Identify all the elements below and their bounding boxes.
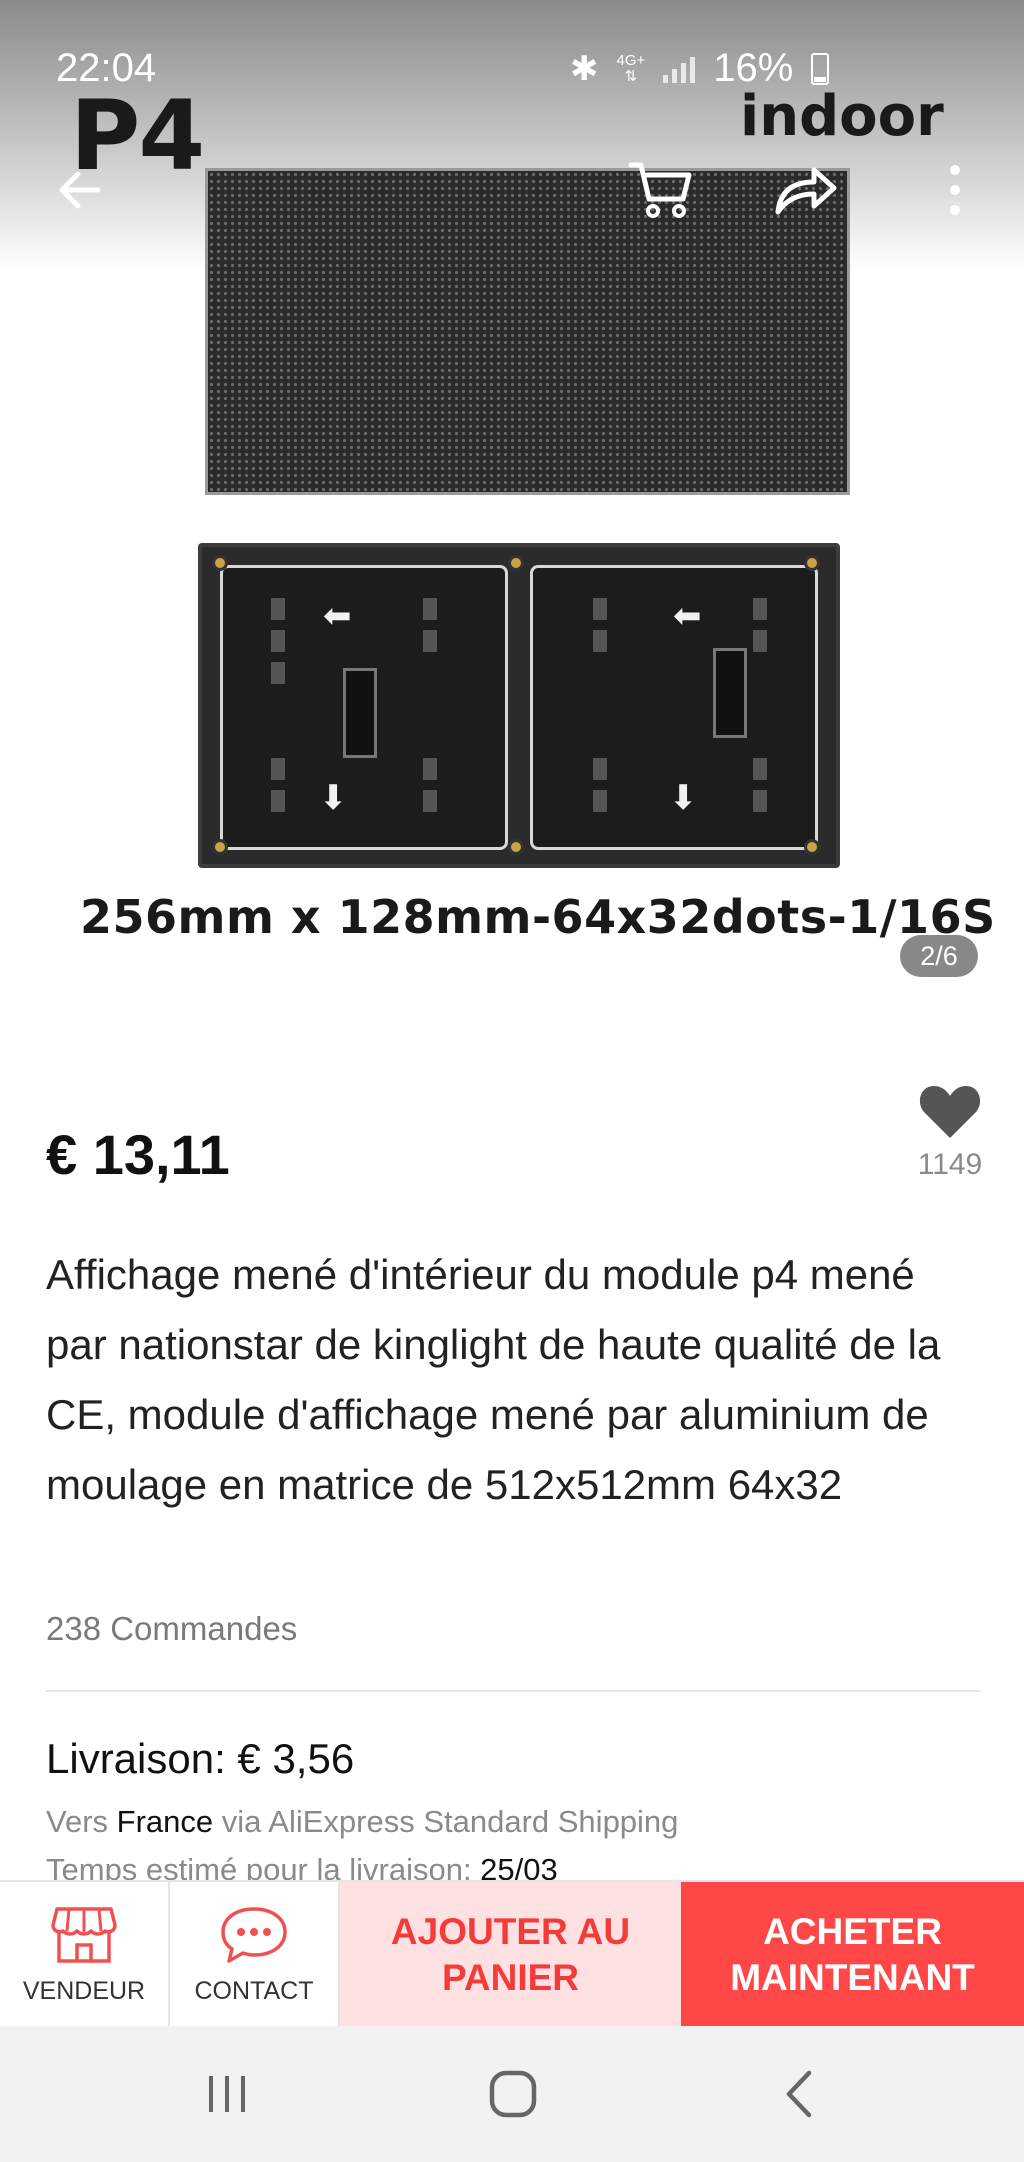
- panel-back-left-half: ⬅ ⬇: [220, 565, 508, 850]
- screw: [508, 555, 524, 571]
- chip: [753, 598, 767, 620]
- wishlist-button[interactable]: 1149: [905, 1082, 995, 1182]
- store-icon: [51, 1906, 117, 1963]
- screw: [804, 555, 820, 571]
- back-button[interactable]: [40, 150, 120, 230]
- add-to-cart-button[interactable]: AJOUTER AU PANIER: [340, 1882, 681, 2028]
- panel-back-right-half: ⬅ ⬇: [530, 565, 818, 850]
- arrow-left-icon: ⬅: [673, 596, 702, 636]
- arrow-left-icon: [59, 171, 101, 209]
- shipping-dest-prefix: Vers: [46, 1804, 117, 1839]
- buy-now-button[interactable]: ACHETER MAINTENANT: [681, 1882, 1024, 2028]
- image-page-counter: 2/6: [900, 935, 978, 977]
- seller-button[interactable]: VENDEUR: [0, 1882, 170, 2028]
- chip: [593, 598, 607, 620]
- shipping-country: France: [116, 1804, 214, 1839]
- cart-icon: [628, 162, 692, 218]
- image-label-type: indoor: [740, 84, 944, 149]
- system-navigation-bar: [0, 2026, 1024, 2162]
- contact-button[interactable]: CONTACT: [170, 1882, 340, 2028]
- system-back-button[interactable]: [764, 2066, 834, 2122]
- image-label-dimensions: 256mm x 128mm-64x32dots-1/16S: [80, 890, 996, 944]
- chip: [593, 758, 607, 780]
- product-price: € 13,11: [46, 1123, 230, 1186]
- more-options-button[interactable]: [915, 150, 995, 230]
- cart-button[interactable]: [620, 150, 700, 230]
- chat-icon: [221, 1906, 287, 1963]
- bottom-action-bar: VENDEUR CONTACT AJOUTER AU PANIER ACHETE…: [0, 1880, 1024, 2028]
- signal-icon: [663, 55, 696, 83]
- recents-icon: [209, 2076, 245, 2112]
- recents-button[interactable]: [192, 2066, 262, 2122]
- home-icon: [489, 2070, 537, 2118]
- chip: [271, 630, 285, 652]
- battery-percent: 16%: [713, 46, 794, 90]
- chip: [753, 790, 767, 812]
- chip: [753, 630, 767, 652]
- chevron-left-icon: [786, 2070, 812, 2118]
- status-time: 22:04: [56, 46, 157, 90]
- led-panel-front: [205, 168, 850, 495]
- arrow-down-icon: ⬇: [319, 778, 348, 818]
- network-type-label: 4G+: [616, 51, 646, 69]
- arrow-down-icon: ⬇: [669, 778, 698, 818]
- chip: [593, 790, 607, 812]
- wishlist-count: 1149: [917, 1148, 983, 1181]
- chip: [271, 758, 285, 780]
- more-vertical-icon: [950, 165, 960, 215]
- share-button[interactable]: [765, 150, 845, 230]
- screw: [804, 839, 820, 855]
- home-button[interactable]: [478, 2066, 548, 2122]
- bluetooth-icon: ✱: [570, 49, 599, 88]
- ribbon-connector: [343, 668, 377, 758]
- product-image-carousel[interactable]: P4 indoor ⬅ ⬇ ⬅ ⬇ 256mm x 128mm-64x32dot…: [0, 0, 1024, 1020]
- share-icon: [775, 167, 837, 215]
- arrow-left-icon: ⬅: [323, 596, 352, 636]
- network-type: 4G+ ⇅: [616, 51, 646, 85]
- chip: [593, 630, 607, 652]
- orders-count: 238 Commandes: [46, 1610, 298, 1647]
- battery-icon: [811, 52, 830, 85]
- shipping-destination[interactable]: Vers France via AliExpress Standard Ship…: [46, 1804, 678, 1840]
- chip: [271, 598, 285, 620]
- chip: [271, 790, 285, 812]
- shipping-eta-prefix: Temps estimé pour la livraison:: [46, 1852, 481, 1882]
- status-indicators: ✱ 4G+ ⇅ 16%: [570, 46, 830, 91]
- chip: [753, 758, 767, 780]
- shipping-dest-suffix: via AliExpress Standard Shipping: [213, 1804, 679, 1839]
- heart-icon: [919, 1086, 981, 1138]
- shipping-eta-date: 25/03: [480, 1852, 558, 1882]
- led-panel-back: ⬅ ⬇ ⬅ ⬇: [198, 543, 840, 868]
- product-title: Affichage mené d'intérieur du module p4 …: [46, 1251, 941, 1508]
- status-bar: 22:04 ✱ 4G+ ⇅ 16%: [0, 0, 1024, 90]
- contact-label: CONTACT: [194, 1976, 314, 2005]
- seller-label: VENDEUR: [22, 1976, 146, 2005]
- screw: [212, 839, 228, 855]
- screw: [508, 839, 524, 855]
- shipping-title[interactable]: Livraison: € 3,56: [46, 1735, 354, 1783]
- ribbon-connector: [713, 648, 747, 738]
- screw: [212, 555, 228, 571]
- chip: [423, 630, 437, 652]
- shipping-eta: Temps estimé pour la livraison: 25/03: [46, 1852, 558, 1882]
- chip: [423, 758, 437, 780]
- section-divider: [46, 1690, 980, 1692]
- chip: [423, 790, 437, 812]
- chip: [271, 662, 285, 684]
- chip: [423, 598, 437, 620]
